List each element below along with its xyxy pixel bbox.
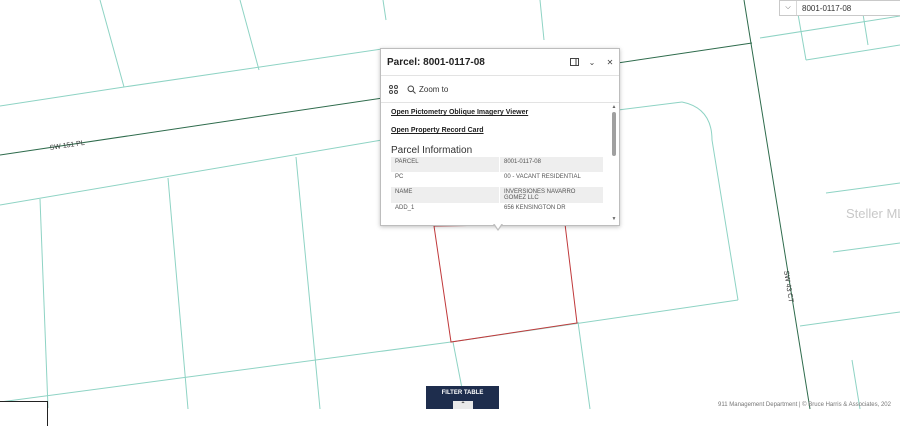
parcel-info-table: PARCEL 8001-0117-08 PC 00 - VACANT RESIDEN… xyxy=(391,157,603,218)
road-label-sw-151-pl: SW 151 PL xyxy=(49,140,85,152)
scroll-down-icon[interactable]: ▼ xyxy=(611,216,617,222)
collapse-icon[interactable]: ⌄ xyxy=(583,53,601,71)
row-key: ADD_1 xyxy=(391,203,500,218)
chevron-down-icon[interactable]: ⌵ xyxy=(780,1,797,15)
pictometry-link[interactable]: Open Pictometry Oblique Imagery Viewer xyxy=(391,109,621,116)
map-attribution: 911 Management Department | © Bruce Harr… xyxy=(718,402,891,408)
property-record-link[interactable]: Open Property Record Card xyxy=(391,127,621,134)
filter-table-label: FILTER TABLE xyxy=(441,390,484,396)
map-overview-box[interactable] xyxy=(0,401,48,426)
popup-header: Parcel: 8001-0117-08 ⌄ ✕ xyxy=(381,49,619,76)
popup-content: Open Pictometry Oblique Imagery Viewer O… xyxy=(381,103,621,224)
zoom-to-button[interactable]: Zoom to xyxy=(407,85,448,94)
map-watermark: Steller MLS xyxy=(846,206,900,221)
row-value: INVERSIONES NAVARRO GOMEZ LLC xyxy=(499,187,603,203)
row-value: 00 - VACANT RESIDENTIAL xyxy=(504,174,581,180)
grid-menu-icon[interactable] xyxy=(387,83,399,95)
search-input[interactable]: 8001-0117-08 xyxy=(797,4,851,13)
table-row: PARCEL 8001-0117-08 xyxy=(391,157,603,172)
search-icon xyxy=(407,85,416,94)
scrollbar-thumb[interactable] xyxy=(612,112,616,156)
parcel-popup: Parcel: 8001-0117-08 ⌄ ✕ Zoom to Open Pi… xyxy=(380,48,620,226)
zoom-to-label: Zoom to xyxy=(419,84,449,94)
chevron-up-icon[interactable]: ⌃ xyxy=(453,401,473,409)
row-value: 8001-0117-08 xyxy=(499,157,603,172)
table-row: ADD_1 656 KENSINGTON DR xyxy=(391,203,603,218)
row-key: PARCEL xyxy=(391,157,500,172)
dock-icon[interactable] xyxy=(565,53,583,71)
search-box[interactable]: ⌵ 8001-0117-08 xyxy=(779,0,900,16)
table-row: PC 00 - VACANT RESIDENTIAL xyxy=(391,172,603,187)
row-value: 656 KENSINGTON DR xyxy=(504,205,566,211)
popup-actions: Zoom to xyxy=(381,76,619,103)
row-key: NAME xyxy=(391,187,500,203)
section-title: Parcel Information xyxy=(391,145,473,156)
filter-table-button[interactable]: FILTER TABLE ⌃ xyxy=(426,386,499,409)
scroll-up-icon[interactable]: ▲ xyxy=(611,104,617,110)
table-row: NAME INVERSIONES NAVARRO GOMEZ LLC xyxy=(391,187,603,203)
popup-scrollbar[interactable]: ▲ ▼ xyxy=(611,104,617,222)
popup-pointer-fill xyxy=(494,223,502,229)
row-key: PC xyxy=(391,172,500,187)
close-icon[interactable]: ✕ xyxy=(601,53,619,71)
popup-title: Parcel: 8001-0117-08 xyxy=(387,56,485,68)
road-label-sw-43-ct: SW 43 CT xyxy=(782,270,794,304)
